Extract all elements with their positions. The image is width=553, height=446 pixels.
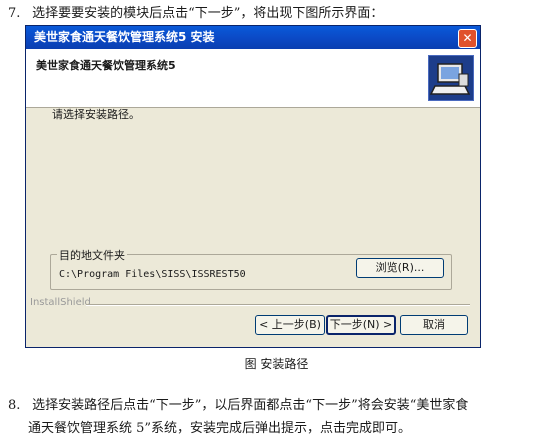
- dialog-header: 美世家食通天餐饮管理系统5: [26, 49, 480, 108]
- step-text-line-2: 通天餐饮管理系统 5”系统，安装完成后弹出提示，点击完成即可。: [28, 421, 412, 436]
- figure-caption: 图 安装路径: [244, 357, 309, 371]
- close-button[interactable]: ✕: [458, 29, 477, 48]
- installshield-brand: InstallShield: [30, 297, 91, 308]
- back-button[interactable]: < 上一步(B): [255, 315, 325, 335]
- footer-divider: [86, 304, 470, 306]
- dialog-title: 美世家食通天餐饮管理系统5 安装: [34, 30, 215, 44]
- cancel-button[interactable]: 取消: [400, 315, 468, 335]
- installer-dialog: 美世家食通天餐饮管理系统5 安装 ✕ 美世家食通天餐饮管理系统5 请选择安装路径…: [25, 25, 481, 348]
- step-text: 选择要要安装的模块后点击“下一步”，将出现下图所示界面：: [32, 6, 384, 21]
- install-path-value: C:\Program Files\SISS\ISSREST50: [59, 269, 246, 280]
- header-title: 美世家食通天餐饮管理系统5: [36, 59, 176, 72]
- step-8-instruction: 8. 选择安装路径后点击“下一步”，以后界面都点击“下一步”将会安装“美世家食 …: [8, 394, 538, 440]
- step-7-instruction: 7. 选择要要安装的模块后点击“下一步”，将出现下图所示界面：: [8, 2, 383, 21]
- step-text-line-1: 选择安装路径后点击“下一步”，以后界面都点击“下一步”将会安装“美世家食: [32, 398, 469, 413]
- next-button[interactable]: 下一步(N) >: [326, 315, 396, 335]
- installer-computer-icon: [428, 55, 474, 101]
- step-number: 8.: [8, 398, 21, 413]
- browse-button[interactable]: 浏览(R)...: [356, 258, 444, 278]
- destination-folder-label: 目的地文件夹: [57, 247, 127, 263]
- install-path-prompt: 请选择安装路径。: [52, 108, 140, 121]
- step-number: 7.: [8, 6, 21, 21]
- close-icon: ✕: [462, 31, 473, 45]
- dialog-titlebar: 美世家食通天餐饮管理系统5 安装 ✕: [26, 26, 480, 49]
